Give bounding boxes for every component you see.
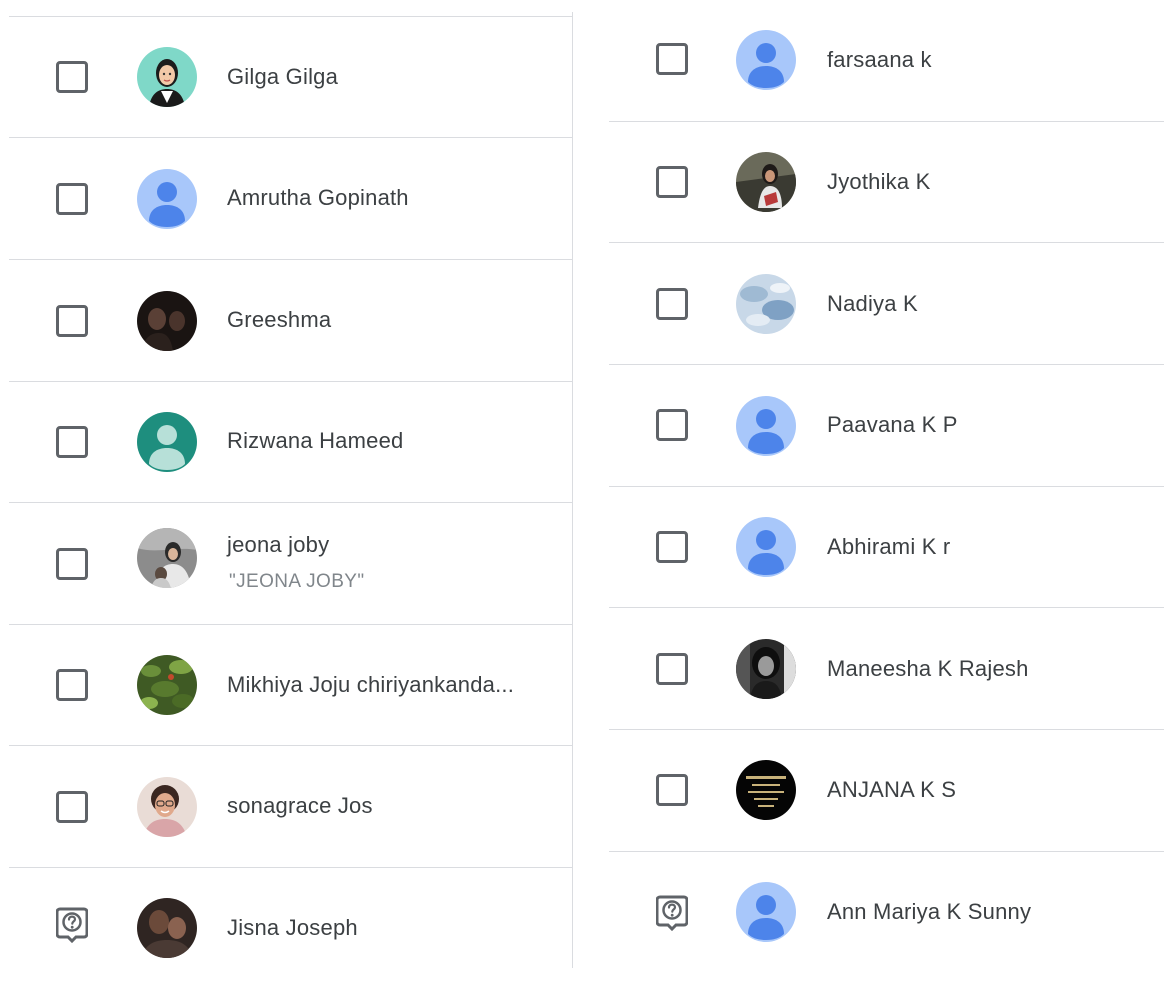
member-row-abhirami-k-r[interactable]: Abhirami K r: [609, 487, 1164, 608]
member-name: Greeshma: [227, 307, 332, 332]
select-checkbox[interactable]: [56, 791, 88, 823]
member-row-ann-mariya-k-sunny[interactable]: Ann Mariya K Sunny: [609, 852, 1164, 973]
select-checkbox[interactable]: [56, 548, 88, 580]
member-name: Ann Mariya K Sunny: [827, 899, 1032, 924]
member-name: Jyothika K: [827, 169, 931, 194]
member-name: ANJANA K S: [827, 777, 957, 802]
member-row-maneesha-k-rajesh[interactable]: Maneesha K Rajesh: [609, 608, 1164, 729]
member-name: Nadiya K: [827, 291, 918, 316]
select-checkbox[interactable]: [56, 183, 88, 215]
column-divider: [572, 12, 573, 968]
member-row-mikhiya-joju[interactable]: Mikhiya Joju chiriyankanda...: [0, 625, 573, 746]
left-member-column: Gilga Gilga Amrutha Gopinath Greeshma Ri…: [0, 0, 573, 968]
select-checkbox[interactable]: [656, 409, 688, 441]
avatar: [736, 639, 796, 699]
select-checkbox[interactable]: [656, 653, 688, 685]
invite-pending-question-icon: [655, 895, 689, 932]
invite-pending-question-icon: [55, 907, 89, 944]
avatar: [736, 882, 796, 942]
avatar: [736, 760, 796, 820]
member-name: Rizwana Hameed: [227, 428, 404, 453]
select-checkbox[interactable]: [56, 61, 88, 93]
member-name: jeona joby: [227, 532, 330, 557]
avatar: [137, 655, 197, 715]
member-name: Amrutha Gopinath: [227, 185, 409, 210]
select-checkbox[interactable]: [656, 43, 688, 75]
member-row-jisna-joseph[interactable]: Jisna Joseph: [0, 868, 573, 989]
avatar: [137, 898, 197, 958]
right-member-column: farsaana k Jyothika K Nadiya K Paavana K…: [609, 0, 1164, 968]
member-row-paavana-k-p[interactable]: Paavana K P: [609, 365, 1164, 486]
select-checkbox[interactable]: [56, 426, 88, 458]
avatar: [137, 777, 197, 837]
select-checkbox[interactable]: [656, 288, 688, 320]
member-row-jeona-joby[interactable]: jeona joby "JEONA JOBY": [0, 503, 573, 624]
avatar: [137, 47, 197, 107]
member-row-sonagrace-jos[interactable]: sonagrace Jos: [0, 746, 573, 867]
member-row-rizwana-hameed[interactable]: Rizwana Hameed: [0, 382, 573, 503]
avatar: [736, 30, 796, 90]
select-checkbox[interactable]: [656, 531, 688, 563]
member-name: Maneesha K Rajesh: [827, 656, 1029, 681]
member-row-gilga-gilga[interactable]: Gilga Gilga: [0, 17, 573, 138]
member-row-anjana-k-s[interactable]: ANJANA K S: [609, 730, 1164, 851]
member-row-jyothika-k[interactable]: Jyothika K: [609, 122, 1164, 243]
select-checkbox[interactable]: [56, 305, 88, 337]
member-row-amrutha-gopinath[interactable]: Amrutha Gopinath: [0, 138, 573, 259]
select-checkbox[interactable]: [56, 669, 88, 701]
avatar: [736, 274, 796, 334]
member-nickname: "JEONA JOBY": [229, 571, 365, 592]
avatar: [137, 528, 197, 588]
member-row-greeshma[interactable]: Greeshma: [0, 260, 573, 381]
member-name: Abhirami K r: [827, 534, 951, 559]
select-checkbox[interactable]: [656, 774, 688, 806]
member-name: Mikhiya Joju chiriyankanda...: [227, 672, 515, 697]
member-row-farsaana-k[interactable]: farsaana k: [609, 0, 1164, 121]
member-name: sonagrace Jos: [227, 793, 373, 818]
member-row-nadiya-k[interactable]: Nadiya K: [609, 243, 1164, 364]
member-name: Jisna Joseph: [227, 915, 358, 940]
avatar: [736, 396, 796, 456]
avatar: [137, 412, 197, 472]
avatar: [736, 517, 796, 577]
member-name: Gilga Gilga: [227, 64, 339, 89]
avatar: [137, 169, 197, 229]
select-checkbox[interactable]: [656, 166, 688, 198]
member-name: farsaana k: [827, 47, 932, 72]
avatar: [736, 152, 796, 212]
avatar: [137, 291, 197, 351]
member-name: Paavana K P: [827, 412, 958, 437]
